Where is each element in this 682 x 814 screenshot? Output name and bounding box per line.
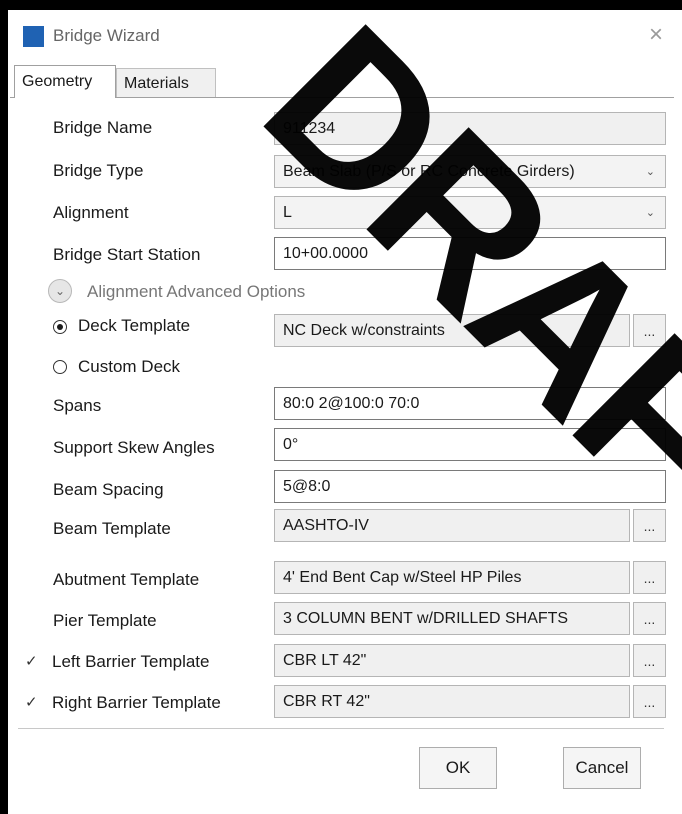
window-frame-left bbox=[0, 10, 8, 814]
chevron-down-icon: ⌄ bbox=[645, 166, 655, 178]
beam-template-input[interactable]: AASHTO-IV bbox=[274, 509, 630, 542]
pier-template-input[interactable]: 3 COLUMN BENT w/DRILLED SHAFTS bbox=[274, 602, 630, 635]
start-station-label: Bridge Start Station bbox=[53, 245, 201, 264]
alignment-select[interactable]: L ⌄ bbox=[274, 196, 666, 229]
bridge-name-label: Bridge Name bbox=[53, 118, 153, 137]
pier-template-browse-button[interactable]: ... bbox=[633, 602, 666, 635]
tab-materials[interactable]: Materials bbox=[116, 68, 216, 97]
chevron-down-icon: ⌄ bbox=[645, 207, 655, 219]
ok-button[interactable]: OK bbox=[419, 747, 497, 789]
expand-chevron-icon[interactable]: ⌄ bbox=[48, 279, 72, 303]
right-barrier-input[interactable]: CBR RT 42" bbox=[274, 685, 630, 718]
button-separator bbox=[18, 728, 664, 729]
deck-template-input[interactable]: NC Deck w/constraints bbox=[274, 314, 630, 347]
cancel-button[interactable]: Cancel bbox=[563, 747, 641, 789]
left-barrier-browse-button[interactable]: ... bbox=[633, 644, 666, 677]
custom-deck-radio[interactable] bbox=[53, 360, 67, 374]
deck-template-label[interactable]: Deck Template bbox=[78, 316, 190, 336]
right-barrier-checkbox[interactable]: ✓ bbox=[25, 695, 41, 711]
tab-geometry[interactable]: Geometry bbox=[14, 65, 116, 98]
app-logo-icon bbox=[23, 26, 44, 47]
beam-template-browse-button[interactable]: ... bbox=[633, 509, 666, 542]
abutment-template-browse-button[interactable]: ... bbox=[633, 561, 666, 594]
spans-label: Spans bbox=[53, 396, 102, 415]
abutment-template-input[interactable]: 4' End Bent Cap w/Steel HP Piles bbox=[274, 561, 630, 594]
beam-template-label: Beam Template bbox=[53, 519, 171, 538]
left-barrier-checkbox[interactable]: ✓ bbox=[25, 654, 41, 670]
abutment-template-label: Abutment Template bbox=[53, 570, 200, 589]
bridge-type-select[interactable]: Beam Slab (P/S or RC Concrete Girders) ⌄ bbox=[274, 155, 666, 188]
deck-template-radio[interactable] bbox=[53, 320, 67, 334]
window-frame-top bbox=[0, 0, 682, 10]
window-title: Bridge Wizard bbox=[53, 26, 160, 45]
alignment-advanced-options-toggle[interactable]: Alignment Advanced Options bbox=[87, 282, 305, 302]
close-icon[interactable]: × bbox=[643, 22, 669, 48]
skew-input[interactable]: 0° bbox=[274, 428, 666, 461]
right-barrier-label[interactable]: Right Barrier Template bbox=[52, 693, 221, 713]
alignment-value: L bbox=[283, 204, 292, 221]
start-station-input[interactable]: 10+00.0000 bbox=[274, 237, 666, 270]
spans-input[interactable]: 80:0 2@100:0 70:0 bbox=[274, 387, 666, 420]
skew-label: Support Skew Angles bbox=[53, 438, 215, 457]
left-barrier-input[interactable]: CBR LT 42" bbox=[274, 644, 630, 677]
deck-template-browse-button[interactable]: ... bbox=[633, 314, 666, 347]
right-barrier-browse-button[interactable]: ... bbox=[633, 685, 666, 718]
beam-spacing-label: Beam Spacing bbox=[53, 480, 164, 499]
bridge-type-label: Bridge Type bbox=[53, 161, 144, 180]
bridge-type-value: Beam Slab (P/S or RC Concrete Girders) bbox=[283, 163, 575, 180]
bridge-name-input[interactable]: 911234 bbox=[274, 112, 666, 145]
alignment-label: Alignment bbox=[53, 203, 129, 222]
custom-deck-label[interactable]: Custom Deck bbox=[78, 357, 180, 377]
left-barrier-label[interactable]: Left Barrier Template bbox=[52, 652, 209, 672]
pier-template-label: Pier Template bbox=[53, 611, 157, 630]
beam-spacing-input[interactable]: 5@8:0 bbox=[274, 470, 666, 503]
